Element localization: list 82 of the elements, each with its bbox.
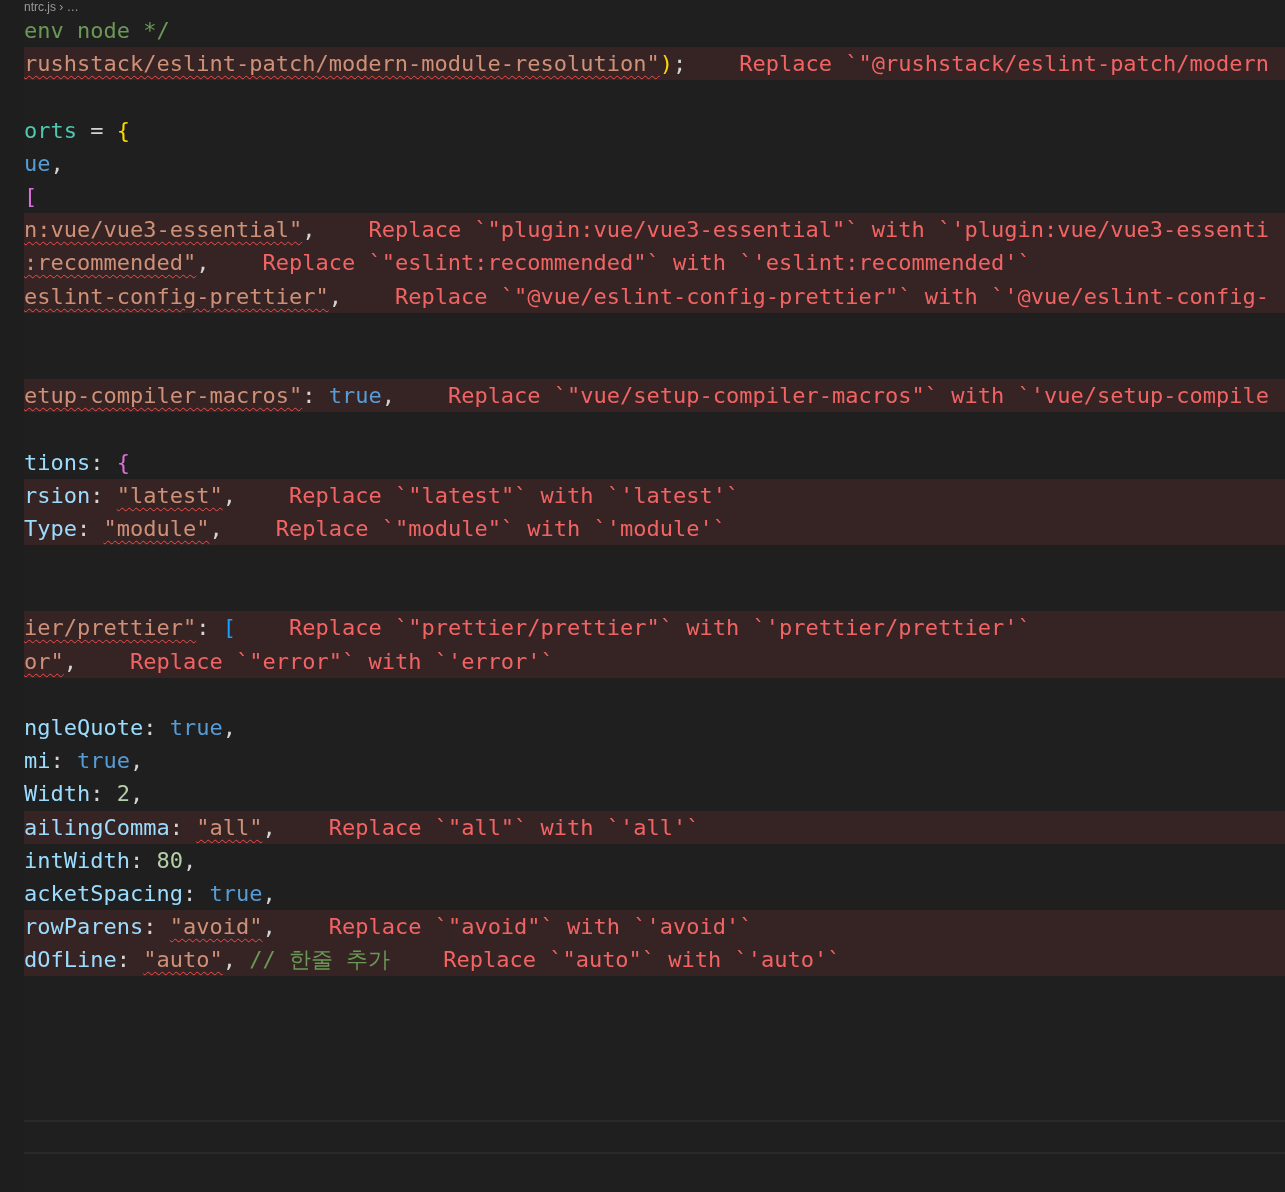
- code-punctuation: ,: [302, 216, 316, 245]
- code-punctuation: ,: [63, 647, 77, 676]
- bracket: ): [659, 50, 673, 79]
- code-punctuation: ,: [130, 747, 144, 776]
- bracket: [: [222, 614, 236, 643]
- code-punctuation: :: [116, 946, 131, 975]
- property-name: intWidth: [24, 846, 130, 875]
- property-name: acketSpacing: [24, 879, 183, 908]
- code-comment: env node */: [24, 17, 170, 46]
- bracket: {: [116, 116, 130, 145]
- inline-error-message: Replace `"@rushstack/eslint-patch/modern: [739, 50, 1270, 79]
- property-name: ngleQuote: [24, 714, 144, 743]
- keyword: true: [77, 747, 130, 776]
- code-punctuation: ;: [673, 50, 687, 79]
- keyword: ue: [24, 149, 51, 178]
- string-literal: etup-compiler-macros": [24, 382, 303, 411]
- identifier: orts: [24, 116, 77, 145]
- code-punctuation: :: [90, 780, 105, 809]
- inline-error-message: Replace `"vue/setup-compiler-macros"` with `'vue/setup-compile: [447, 382, 1270, 411]
- code-punctuation: ,: [182, 846, 197, 875]
- inline-error-message: Replace `"avoid"` with `'avoid'`: [328, 913, 753, 942]
- code-punctuation: =: [89, 116, 105, 145]
- inline-error-message: Replace `"error"` with `'error'`: [130, 647, 554, 676]
- inline-error-message: Replace `"@vue/eslint-config-prettier"` with `'@vue/eslint-config-: [394, 282, 1270, 311]
- property-name: rowParens: [24, 913, 144, 942]
- string-literal: :recommended": [24, 249, 197, 278]
- inline-error-message: Replace `"latest"` with `'latest'`: [288, 481, 740, 510]
- code-punctuation: ,: [222, 714, 236, 743]
- code-punctuation: ,: [209, 514, 223, 543]
- string-literal: "auto": [143, 946, 223, 975]
- bracket: {: [116, 448, 130, 477]
- inline-error-message: Replace `"auto"` with `'auto'`: [443, 946, 841, 975]
- code-punctuation: :: [143, 714, 158, 743]
- code-punctuation: ,: [262, 879, 276, 908]
- string-literal: ier/prettier": [24, 614, 197, 643]
- keyword: true: [328, 382, 382, 411]
- string-literal: "module": [103, 514, 210, 543]
- property-name: dOfLine: [24, 946, 117, 975]
- property-name: mi: [24, 747, 51, 776]
- inline-error-message: Replace `"module"` with `'module'`: [275, 514, 727, 543]
- property-name: Width: [24, 780, 91, 809]
- keyword: true: [209, 879, 263, 908]
- code-punctuation: :: [50, 747, 65, 776]
- inline-error-message: Replace `"eslint:recommended"` with `'eslint:recommended'`: [262, 249, 1031, 278]
- code-punctuation: :: [90, 448, 105, 477]
- code-comment: // 한줄 추가: [249, 946, 391, 975]
- string-literal: "avoid": [169, 913, 263, 942]
- string-literal: "latest": [116, 481, 223, 510]
- property-name: tions: [24, 448, 91, 477]
- bracket: [: [24, 183, 38, 212]
- inline-error-message: Replace `"prettier/prettier"` with `'prettier/prettier'`: [288, 614, 1031, 643]
- number-literal: 2: [116, 780, 130, 809]
- string-literal: "all": [196, 813, 263, 842]
- code-punctuation: :: [169, 813, 184, 842]
- code-punctuation: ,: [196, 249, 210, 278]
- property-name: ailingComma: [24, 813, 170, 842]
- code-punctuation: :: [77, 514, 92, 543]
- code-punctuation: :: [196, 614, 211, 643]
- code-punctuation: ,: [130, 780, 144, 809]
- string-literal: or": [24, 647, 64, 676]
- code-punctuation: :: [143, 913, 158, 942]
- code-punctuation: ,: [222, 946, 237, 975]
- code-punctuation: :: [302, 382, 317, 411]
- keyword: true: [169, 714, 223, 743]
- inline-error-message: Replace `"plugin:vue/vue3-essential"` with `'plugin:vue/vue3-essenti: [368, 216, 1270, 245]
- code-punctuation: ,: [222, 481, 236, 510]
- code-punctuation: ,: [262, 813, 276, 842]
- number-literal: 80: [156, 846, 183, 875]
- string-literal: n:vue/vue3-essential": [24, 216, 303, 245]
- property-name: Type: [24, 514, 77, 543]
- string-literal: eslint-config-prettier": [24, 282, 329, 311]
- code-punctuation: :: [182, 879, 198, 908]
- code-punctuation: ,: [50, 149, 64, 178]
- code-punctuation: :: [90, 481, 105, 510]
- inline-error-message: Replace `"all"` with `'all'`: [328, 813, 700, 842]
- breadcrumb[interactable]: ntrc.js › …: [24, 0, 79, 14]
- code-punctuation: ,: [328, 282, 342, 311]
- property-name: rsion: [24, 481, 91, 510]
- code-punctuation: ,: [381, 382, 395, 411]
- string-literal: rushstack/eslint-patch/modern-module-resolution": [24, 50, 660, 79]
- code-punctuation: :: [129, 846, 145, 875]
- code-punctuation: ,: [262, 913, 276, 942]
